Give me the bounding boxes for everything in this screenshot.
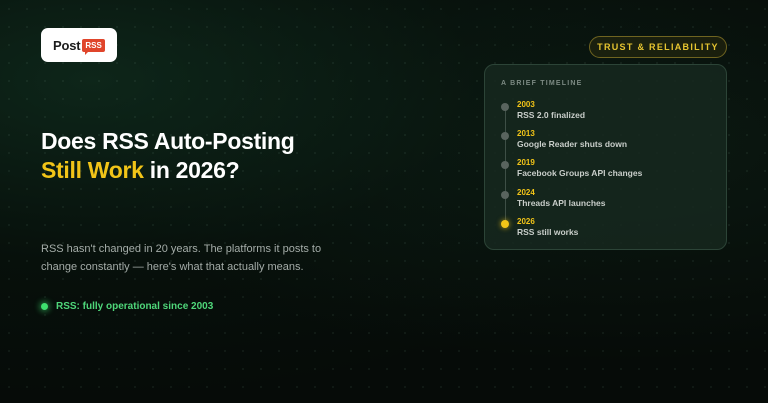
timeline-year: 2013 — [517, 129, 535, 138]
timeline-text: Google Reader shuts down — [517, 139, 628, 149]
status-indicator: RSS: fully operational since 2003 — [41, 301, 213, 312]
postrss-logo[interactable]: Post RSS — [41, 28, 117, 62]
timeline-dot-icon — [501, 132, 509, 140]
timeline-card: A BRIEF TIMELINE 2003 RSS 2.0 finalized … — [484, 64, 727, 250]
timeline-year: 2019 — [517, 158, 535, 167]
logo-wordmark: Post — [53, 37, 81, 53]
timeline-text: Facebook Groups API changes — [517, 168, 643, 178]
timeline-title: A BRIEF TIMELINE — [501, 80, 583, 87]
timeline-dot-icon — [501, 161, 509, 169]
timeline-text: RSS 2.0 finalized — [517, 110, 586, 120]
trust-reliability-badge: TRUST & RELIABILITY — [589, 36, 727, 58]
title-rest: in 2026? — [143, 157, 240, 183]
subtitle: RSS hasn't changed in 20 years. The plat… — [41, 243, 322, 273]
timeline-dot-icon — [501, 191, 509, 199]
title-line-1: Does RSS Auto-Posting — [41, 128, 295, 154]
timeline-dot-icon — [501, 103, 509, 111]
title-highlight: Still Work — [41, 157, 144, 183]
page-title: Does RSS Auto-Posting Still Work in 2026… — [41, 127, 295, 185]
timeline-text: Threads API launches — [517, 198, 606, 208]
timeline-year: 2003 — [517, 100, 535, 109]
status-label: RSS: fully operational since 2003 — [56, 301, 214, 312]
timeline-active-dot-icon — [501, 220, 509, 228]
status-dot-icon — [41, 303, 48, 310]
timeline-year: 2026 — [517, 217, 535, 226]
timeline-text: RSS still works — [517, 227, 579, 237]
logo-rss-bubble-icon: RSS — [82, 38, 105, 55]
timeline-year: 2024 — [517, 188, 535, 197]
